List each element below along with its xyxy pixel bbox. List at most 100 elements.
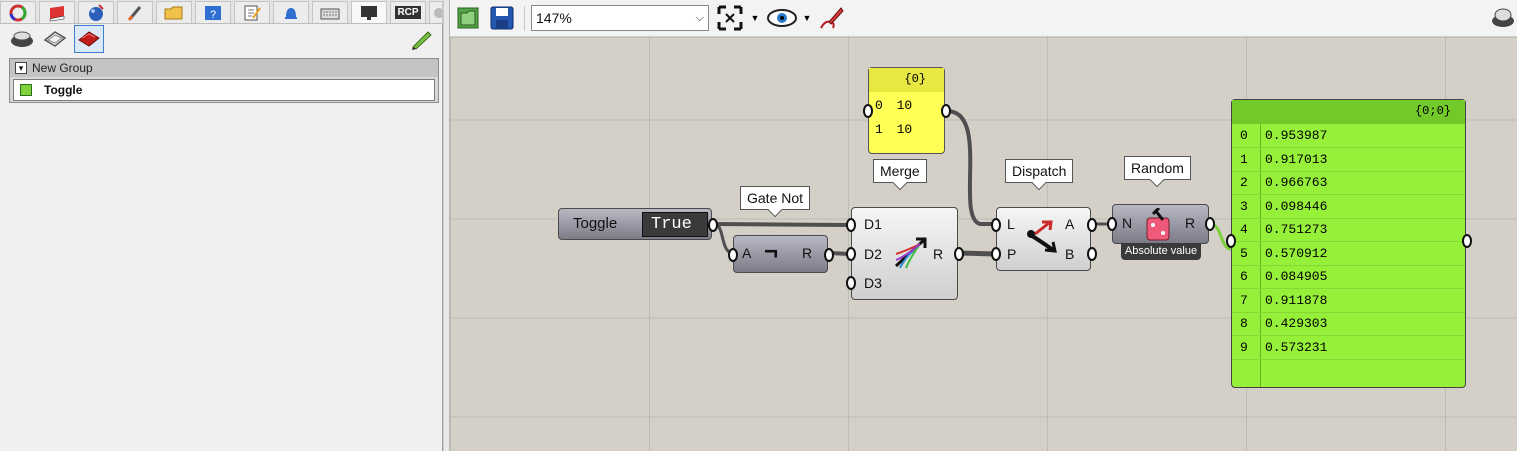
gear-icon[interactable]: [429, 1, 443, 23]
panel-top-row: 0 10: [875, 98, 912, 113]
pencil-icon[interactable]: [410, 28, 434, 50]
monitor-icon[interactable]: [351, 1, 387, 23]
merge-input-grip[interactable]: [846, 218, 856, 232]
row-value: 0.570912: [1265, 245, 1328, 261]
preview-wire-icon[interactable]: [40, 25, 70, 53]
merge-input-grip[interactable]: [846, 247, 856, 261]
merge-input-grip[interactable]: [846, 276, 856, 290]
dispatch-input-l[interactable]: L: [1007, 216, 1015, 232]
save-file-icon[interactable]: [488, 4, 516, 32]
dispatch-output-grip[interactable]: [1087, 247, 1097, 261]
group-item-toggle[interactable]: Toggle: [13, 79, 435, 101]
dispatch-output-a[interactable]: A: [1065, 216, 1074, 232]
panel-output-row: 4 0.751273: [1232, 219, 1465, 242]
dispatch-component[interactable]: L P A B: [991, 207, 1097, 271]
panel-output[interactable]: {0;0} 0 0.953987 1 0.917013 2 0.966763 3 0.0984…: [1226, 99, 1472, 388]
panel-output-row: 5 0.570912: [1232, 243, 1465, 266]
merge-component[interactable]: D1 D2 D3 R: [846, 207, 964, 300]
eye-icon[interactable]: [7, 25, 37, 53]
row-index: 3: [1240, 198, 1248, 214]
gate-not-component[interactable]: A ¬ R: [728, 235, 834, 273]
group-header[interactable]: ▾ New Group: [10, 59, 438, 77]
dispatch-output-b[interactable]: B: [1065, 246, 1074, 262]
row-index: 8: [1240, 316, 1248, 331]
merge-input-d3[interactable]: D3: [864, 275, 882, 291]
notepad-icon[interactable]: [234, 1, 270, 23]
panel-output-input-grip[interactable]: [1226, 234, 1236, 248]
gate-not-output-r[interactable]: R: [802, 245, 812, 261]
row-index: 2: [1240, 175, 1248, 190]
row-value: 0.084905: [1265, 269, 1328, 284]
panel-output-row: 2 0.966763: [1232, 172, 1465, 195]
toggle-value-box[interactable]: True: [642, 212, 708, 237]
help-icon[interactable]: ?: [195, 1, 231, 23]
gate-not-input-grip[interactable]: [728, 248, 738, 262]
random-output-grip[interactable]: [1205, 217, 1215, 231]
panel-output-output-grip[interactable]: [1462, 234, 1472, 248]
panel-splitter[interactable]: [443, 0, 450, 451]
book-icon[interactable]: [39, 1, 75, 23]
panel-top[interactable]: {0} 0 10 1 10: [863, 67, 951, 154]
toggle-output-grip[interactable]: [708, 218, 718, 232]
gate-not-output-grip[interactable]: [824, 248, 834, 262]
canvas-options-icon[interactable]: [1490, 4, 1516, 32]
rcp-label: RCP: [395, 6, 421, 19]
sphere-icon[interactable]: [78, 1, 114, 23]
row-value: 0.098446: [1265, 198, 1328, 214]
random-component[interactable]: N R: [1107, 204, 1215, 244]
row-index: 9: [1240, 339, 1248, 355]
dispatch-input-p[interactable]: P: [1007, 246, 1016, 262]
chevron-down-icon[interactable]: ▼: [802, 4, 812, 32]
dispatch-label: Dispatch: [1005, 159, 1074, 183]
zoom-select[interactable]: 147% ⌵: [531, 5, 709, 31]
random-input-grip[interactable]: [1107, 217, 1117, 231]
panel-output-row: 7 0.911878: [1232, 290, 1465, 313]
merge-output-grip[interactable]: [954, 247, 964, 261]
dispatch-input-grip[interactable]: [991, 247, 1001, 261]
zoom-value: 147%: [536, 10, 572, 26]
row-index: 7: [1240, 292, 1248, 308]
preview-tool-strip: [0, 24, 443, 54]
toggle-label: Toggle: [573, 215, 618, 232]
toggle-component[interactable]: Toggle True: [558, 208, 718, 240]
row-value: 0.966763: [1265, 175, 1328, 190]
folder-icon[interactable]: [156, 1, 192, 23]
grasshopper-canvas[interactable]: {0} 0 10 1 10 Toggle True Gate Not A ¬ R…: [450, 37, 1517, 451]
panel-output-row: 1 0.917013: [1232, 149, 1465, 172]
toolbar-separator: [524, 6, 525, 31]
toggle-item-icon: [20, 84, 32, 96]
row-value: 10: [896, 122, 913, 137]
collapse-icon[interactable]: ▾: [15, 62, 27, 74]
eye-preview-icon[interactable]: [765, 4, 799, 32]
gate-not-label: Gate Not: [740, 186, 811, 210]
random-output-r[interactable]: R: [1185, 215, 1195, 231]
merge-icon: [894, 237, 927, 269]
panel-top-row: 1 10: [875, 122, 912, 137]
chevron-down-icon: ⌵: [695, 12, 704, 24]
brush-icon[interactable]: [117, 1, 153, 23]
zoom-extents-icon[interactable]: [715, 4, 745, 32]
rcp-icon[interactable]: RCP: [390, 1, 426, 23]
merge-input-d1[interactable]: D1: [864, 216, 882, 232]
row-value: 0.953987: [1265, 128, 1328, 143]
merge-input-d2[interactable]: D2: [864, 246, 882, 262]
component-tab-strip: ? RCP: [0, 0, 443, 24]
sketch-pen-icon[interactable]: [816, 4, 846, 32]
merge-output-r[interactable]: R: [933, 246, 943, 262]
bell-icon[interactable]: [273, 1, 309, 23]
panel-top-output-grip[interactable]: [941, 104, 951, 118]
dispatch-input-grip[interactable]: [991, 218, 1001, 232]
keyboard-icon[interactable]: [312, 1, 348, 23]
dispatch-output-grip[interactable]: [1087, 218, 1097, 232]
chevron-down-icon[interactable]: ▼: [750, 4, 760, 32]
row-value: 0.917013: [1265, 151, 1328, 167]
grasshopper-window: ? RCP ▾ New Group Toggle 147% ⌵ ▼ ▼ {0} …: [0, 0, 1517, 451]
dispatch-icon: [1027, 220, 1057, 253]
gate-not-input-a[interactable]: A: [742, 245, 751, 261]
open-file-icon[interactable]: [454, 4, 482, 32]
preview-shaded-icon[interactable]: [74, 25, 104, 53]
panel-top-input-grip[interactable]: [863, 104, 873, 118]
random-input-n[interactable]: N: [1122, 215, 1132, 231]
row-index: 4: [1240, 222, 1248, 237]
color-wheel-icon[interactable]: [0, 1, 36, 23]
